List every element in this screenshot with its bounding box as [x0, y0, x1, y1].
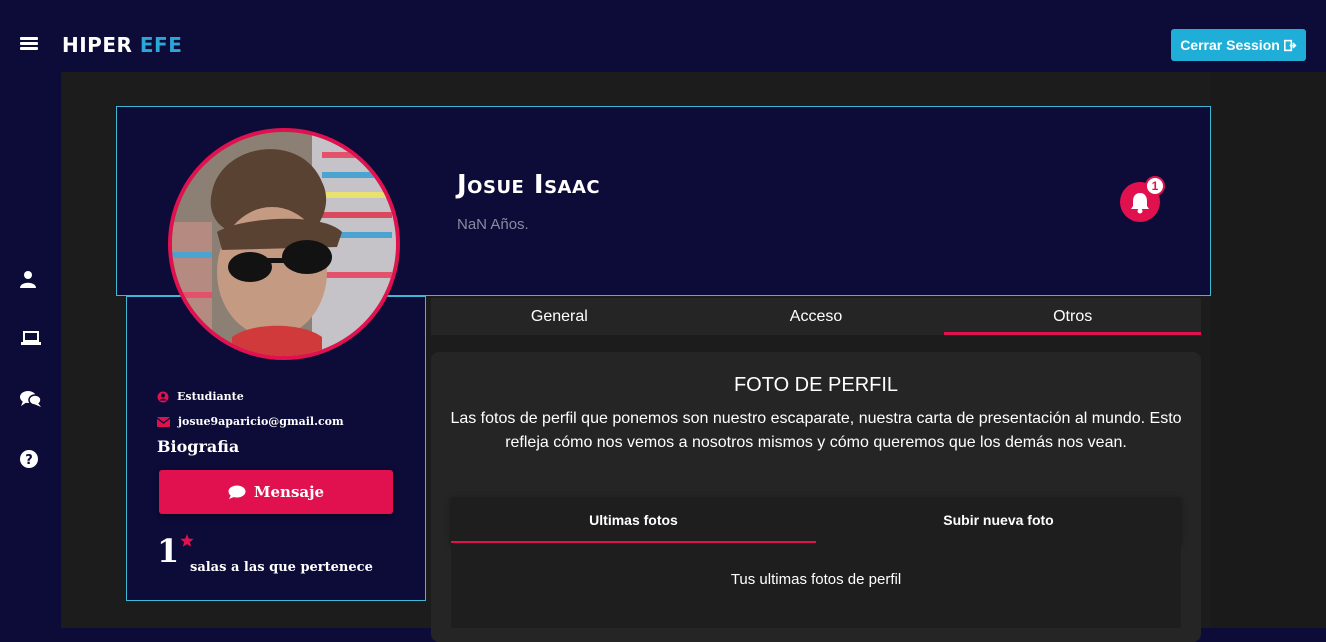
- star-icon: [180, 534, 194, 547]
- logo-text-hiper: HIPER: [62, 33, 133, 57]
- message-button[interactable]: Mensaje: [159, 470, 393, 514]
- top-navbar: [0, 0, 1326, 72]
- app-logo[interactable]: HIPER EFE: [62, 33, 182, 57]
- user-circle-icon: [157, 391, 169, 402]
- laptop-icon[interactable]: [21, 330, 41, 350]
- photo-section-description: Las fotos de perfil que ponemos son nues…: [450, 410, 1182, 451]
- right-gutter: [1211, 72, 1326, 628]
- comment-icon: [228, 485, 246, 499]
- envelope-icon: [157, 416, 170, 427]
- rooms-count: 1: [157, 532, 180, 570]
- svg-text:?: ?: [25, 453, 33, 468]
- avatar: [168, 128, 400, 360]
- profile-age: NaN Años.: [457, 216, 529, 233]
- role-text: Estudiante: [177, 390, 244, 403]
- sign-out-icon: [1283, 39, 1297, 51]
- notification-badge: 1: [1145, 176, 1165, 196]
- tab-otros[interactable]: Otros: [944, 298, 1201, 335]
- message-label: Mensaje: [253, 483, 325, 501]
- logo-text-efe: EFE: [139, 33, 183, 57]
- rooms-label: salas a las que pertenece: [190, 560, 373, 575]
- bio-heading: Biografia: [157, 437, 240, 456]
- email-text: josue9aparicio@gmail.com: [178, 415, 344, 428]
- menu-icon[interactable]: [20, 37, 38, 51]
- email-row: josue9aparicio@gmail.com: [157, 415, 344, 428]
- subtab-latest-photos[interactable]: Ultimas fotos: [451, 497, 816, 543]
- chat-icon[interactable]: [20, 390, 42, 410]
- profile-tabs: General Acceso Otros: [431, 298, 1201, 335]
- help-icon[interactable]: ?: [20, 450, 40, 470]
- profile-name: Josue Isaac: [457, 170, 601, 200]
- user-icon[interactable]: [20, 270, 40, 290]
- photo-subtabs: Ultimas fotos Subir nueva foto: [451, 497, 1181, 543]
- photo-section-title: FOTO DE PERFIL: [733, 374, 899, 396]
- logout-button[interactable]: Cerrar Session: [1171, 29, 1306, 61]
- tab-general[interactable]: General: [431, 298, 688, 335]
- logout-label: Cerrar Session: [1180, 37, 1280, 53]
- photos-panel-text: Tus ultimas fotos de perfil: [730, 571, 902, 588]
- role-row: Estudiante: [157, 390, 244, 403]
- subtab-upload-photo[interactable]: Subir nueva foto: [816, 497, 1181, 543]
- tab-acceso[interactable]: Acceso: [688, 298, 945, 335]
